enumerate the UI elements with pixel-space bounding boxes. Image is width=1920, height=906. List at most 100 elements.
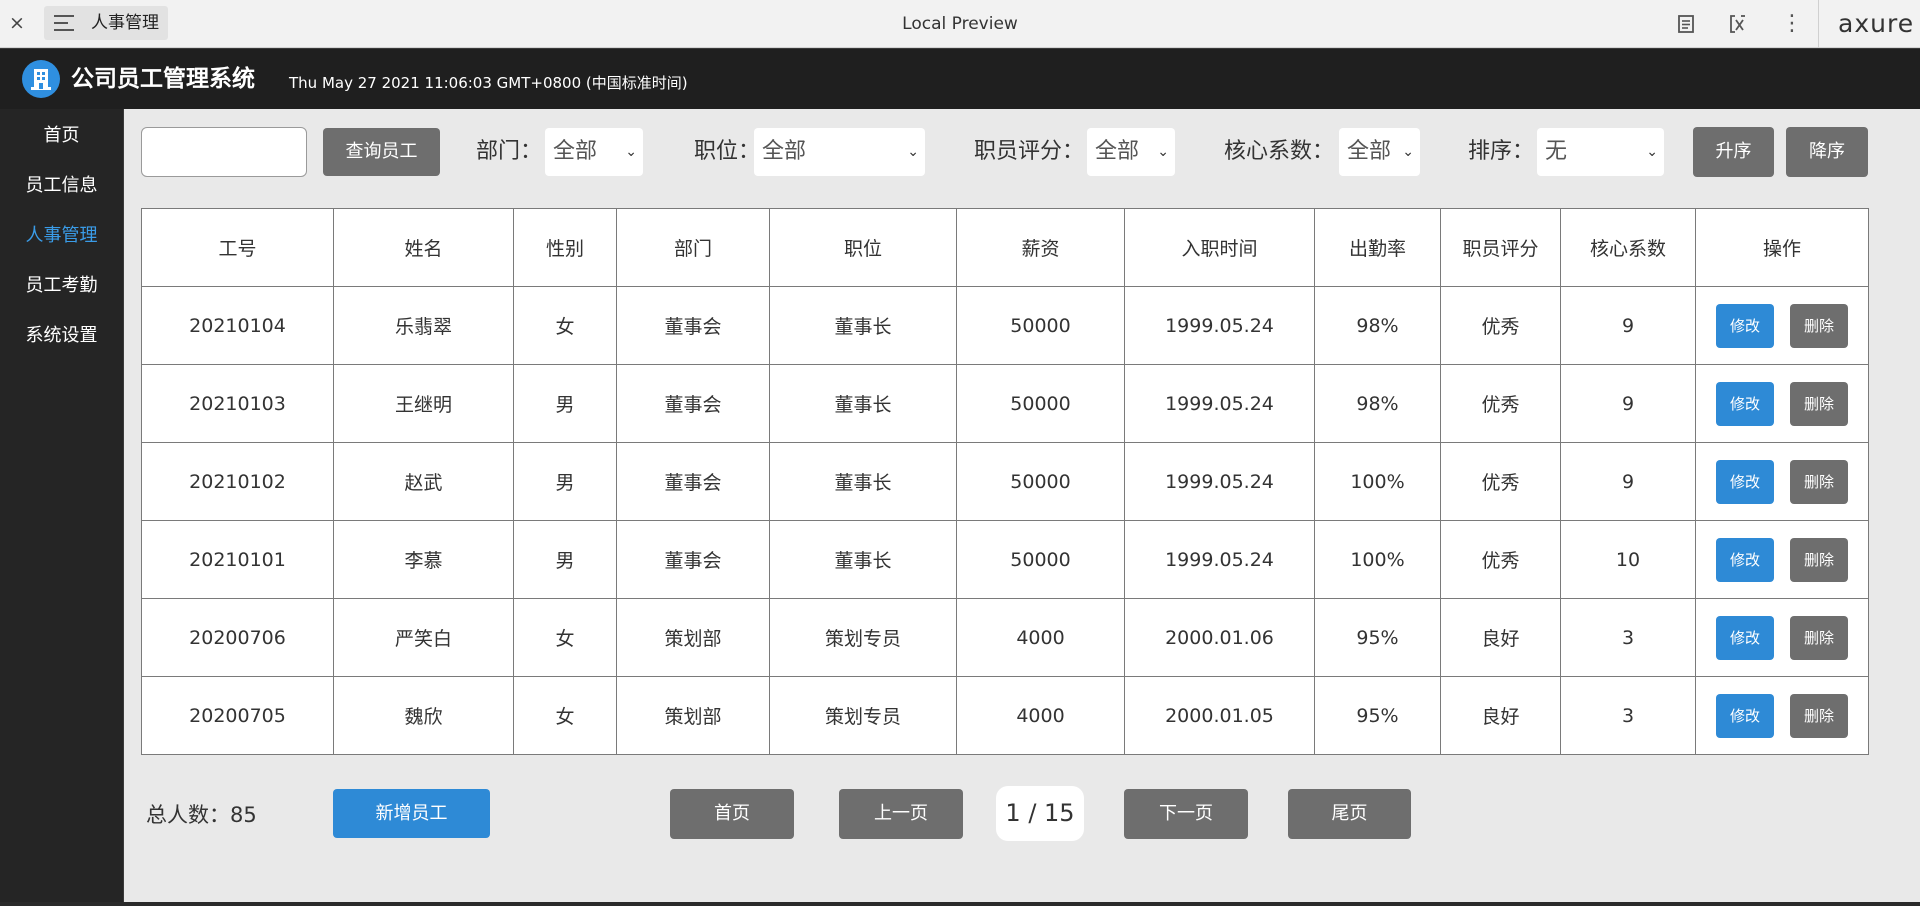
position-select-value: 全部 bbox=[762, 139, 807, 164]
edit-button[interactable]: 修改 bbox=[1716, 693, 1774, 738]
edit-button[interactable]: 修改 bbox=[1716, 381, 1774, 426]
column-header-position: 职位 bbox=[769, 208, 957, 287]
cell-salary: 4000 bbox=[956, 598, 1125, 677]
department-select[interactable]: 全部 ⌄ bbox=[545, 128, 643, 176]
preview-toolbar: × 人事管理 Local Preview ⋮ axure bbox=[0, 0, 1920, 48]
table-row: 20210103 王继明 男 董事会 董事长 50000 1999.05.24 … bbox=[141, 364, 1869, 443]
cell-actions: 修改 删除 bbox=[1695, 442, 1869, 521]
cell-core-coefficient: 3 bbox=[1560, 598, 1696, 677]
core-coefficient-label: 核心系数： bbox=[1224, 139, 1335, 164]
column-header-hire-date: 入职时间 bbox=[1124, 208, 1315, 287]
cell-gender: 男 bbox=[513, 442, 617, 521]
table-header-row: 工号 姓名 性别 部门 职位 薪资 入职时间 出勤率 职员评分 核心系数 操作 bbox=[141, 208, 1869, 287]
cell-gender: 男 bbox=[513, 520, 617, 599]
page-indicator[interactable]: 1 / 15 bbox=[996, 786, 1084, 841]
cell-department: 董事会 bbox=[616, 442, 770, 521]
cell-name: 魏欣 bbox=[333, 676, 514, 755]
cell-gender: 男 bbox=[513, 364, 617, 443]
edit-button[interactable]: 修改 bbox=[1716, 459, 1774, 504]
cell-hire-date: 2000.01.06 bbox=[1124, 598, 1315, 677]
column-header-name: 姓名 bbox=[333, 208, 514, 287]
cell-position: 策划专员 bbox=[769, 598, 957, 677]
cell-salary: 50000 bbox=[956, 286, 1125, 365]
descending-button[interactable]: 降序 bbox=[1786, 127, 1868, 177]
core-coefficient-select-value: 全部 bbox=[1347, 139, 1392, 164]
edit-button[interactable]: 修改 bbox=[1716, 537, 1774, 582]
cell-name: 乐翡翠 bbox=[333, 286, 514, 365]
last-page-button[interactable]: 尾页 bbox=[1288, 789, 1411, 839]
delete-button[interactable]: 删除 bbox=[1790, 459, 1848, 504]
cell-actions: 修改 删除 bbox=[1695, 364, 1869, 443]
delete-button[interactable]: 删除 bbox=[1790, 537, 1848, 582]
cell-employee-id: 20210102 bbox=[141, 442, 334, 521]
cell-department: 董事会 bbox=[616, 286, 770, 365]
chevron-down-icon: ⌄ bbox=[1157, 144, 1169, 160]
position-label: 职位： bbox=[694, 139, 761, 164]
table-row: 20200706 严笑白 女 策划部 策划专员 4000 2000.01.06 … bbox=[141, 598, 1869, 677]
delete-button[interactable]: 删除 bbox=[1790, 381, 1848, 426]
cell-rating: 良好 bbox=[1440, 676, 1561, 755]
rating-select[interactable]: 全部 ⌄ bbox=[1087, 128, 1175, 176]
bottom-edge bbox=[0, 902, 1920, 906]
cell-actions: 修改 删除 bbox=[1695, 520, 1869, 599]
page-tab[interactable]: 人事管理 bbox=[44, 6, 168, 40]
sidebar-item-settings[interactable]: 系统设置 bbox=[0, 318, 123, 354]
column-header-department: 部门 bbox=[616, 208, 770, 287]
delete-button[interactable]: 删除 bbox=[1790, 303, 1848, 348]
next-page-button[interactable]: 下一页 bbox=[1124, 789, 1248, 839]
document-icon[interactable] bbox=[1674, 12, 1698, 36]
axure-logo: axure bbox=[1838, 9, 1915, 38]
close-icon[interactable]: × bbox=[8, 10, 26, 36]
sidebar-item-attendance[interactable]: 员工考勤 bbox=[0, 268, 123, 304]
first-page-button[interactable]: 首页 bbox=[670, 789, 794, 839]
cell-hire-date: 1999.05.24 bbox=[1124, 442, 1315, 521]
chevron-down-icon: ⌄ bbox=[1402, 144, 1414, 160]
cell-employee-id: 20200705 bbox=[141, 676, 334, 755]
app-title: 公司员工管理系统 bbox=[71, 66, 255, 92]
cell-gender: 女 bbox=[513, 286, 617, 365]
cell-position: 董事长 bbox=[769, 442, 957, 521]
employee-table: 工号 姓名 性别 部门 职位 薪资 入职时间 出勤率 职员评分 核心系数 操作 … bbox=[141, 208, 1869, 755]
sort-select[interactable]: 无 ⌄ bbox=[1537, 128, 1664, 176]
sidebar-item-hr-management[interactable]: 人事管理 bbox=[0, 218, 123, 254]
previous-page-button[interactable]: 上一页 bbox=[839, 789, 963, 839]
more-options-icon[interactable]: ⋮ bbox=[1780, 12, 1804, 36]
search-input[interactable] bbox=[141, 127, 307, 177]
variable-icon[interactable] bbox=[1726, 12, 1750, 36]
cell-salary: 50000 bbox=[956, 364, 1125, 443]
cell-salary: 4000 bbox=[956, 676, 1125, 755]
column-header-gender: 性别 bbox=[513, 208, 617, 287]
core-coefficient-select[interactable]: 全部 ⌄ bbox=[1339, 128, 1420, 176]
sidebar-item-home[interactable]: 首页 bbox=[0, 118, 123, 154]
position-select[interactable]: 全部 ⌄ bbox=[754, 128, 925, 176]
cell-gender: 女 bbox=[513, 598, 617, 677]
cell-employee-id: 20210104 bbox=[141, 286, 334, 365]
cell-employee-id: 20210103 bbox=[141, 364, 334, 443]
edit-button[interactable]: 修改 bbox=[1716, 303, 1774, 348]
cell-core-coefficient: 9 bbox=[1560, 442, 1696, 521]
cell-salary: 50000 bbox=[956, 442, 1125, 521]
cell-position: 董事长 bbox=[769, 364, 957, 443]
sidebar-item-employee-info[interactable]: 员工信息 bbox=[0, 168, 123, 204]
search-employee-button[interactable]: 查询员工 bbox=[323, 128, 440, 176]
delete-button[interactable]: 删除 bbox=[1790, 615, 1848, 660]
edit-button[interactable]: 修改 bbox=[1716, 615, 1774, 660]
cell-attendance: 98% bbox=[1314, 364, 1441, 443]
table-row: 20210101 李慕 男 董事会 董事长 50000 1999.05.24 1… bbox=[141, 520, 1869, 599]
preview-title: Local Preview bbox=[902, 14, 1018, 34]
delete-button[interactable]: 删除 bbox=[1790, 693, 1848, 738]
column-header-actions: 操作 bbox=[1695, 208, 1869, 287]
column-header-attendance: 出勤率 bbox=[1314, 208, 1441, 287]
cell-position: 董事长 bbox=[769, 520, 957, 599]
hamburger-menu-icon[interactable] bbox=[54, 15, 74, 31]
cell-rating: 优秀 bbox=[1440, 520, 1561, 599]
rating-label: 职员评分： bbox=[974, 139, 1085, 164]
cell-core-coefficient: 3 bbox=[1560, 676, 1696, 755]
toolbar-divider bbox=[1818, 0, 1819, 48]
cell-rating: 优秀 bbox=[1440, 286, 1561, 365]
add-employee-button[interactable]: 新增员工 bbox=[333, 789, 490, 838]
chevron-down-icon: ⌄ bbox=[907, 144, 919, 160]
ascending-button[interactable]: 升序 bbox=[1693, 127, 1774, 177]
cell-name: 李慕 bbox=[333, 520, 514, 599]
current-datetime: Thu May 27 2021 11:06:03 GMT+0800 (中国标准时… bbox=[289, 74, 688, 92]
